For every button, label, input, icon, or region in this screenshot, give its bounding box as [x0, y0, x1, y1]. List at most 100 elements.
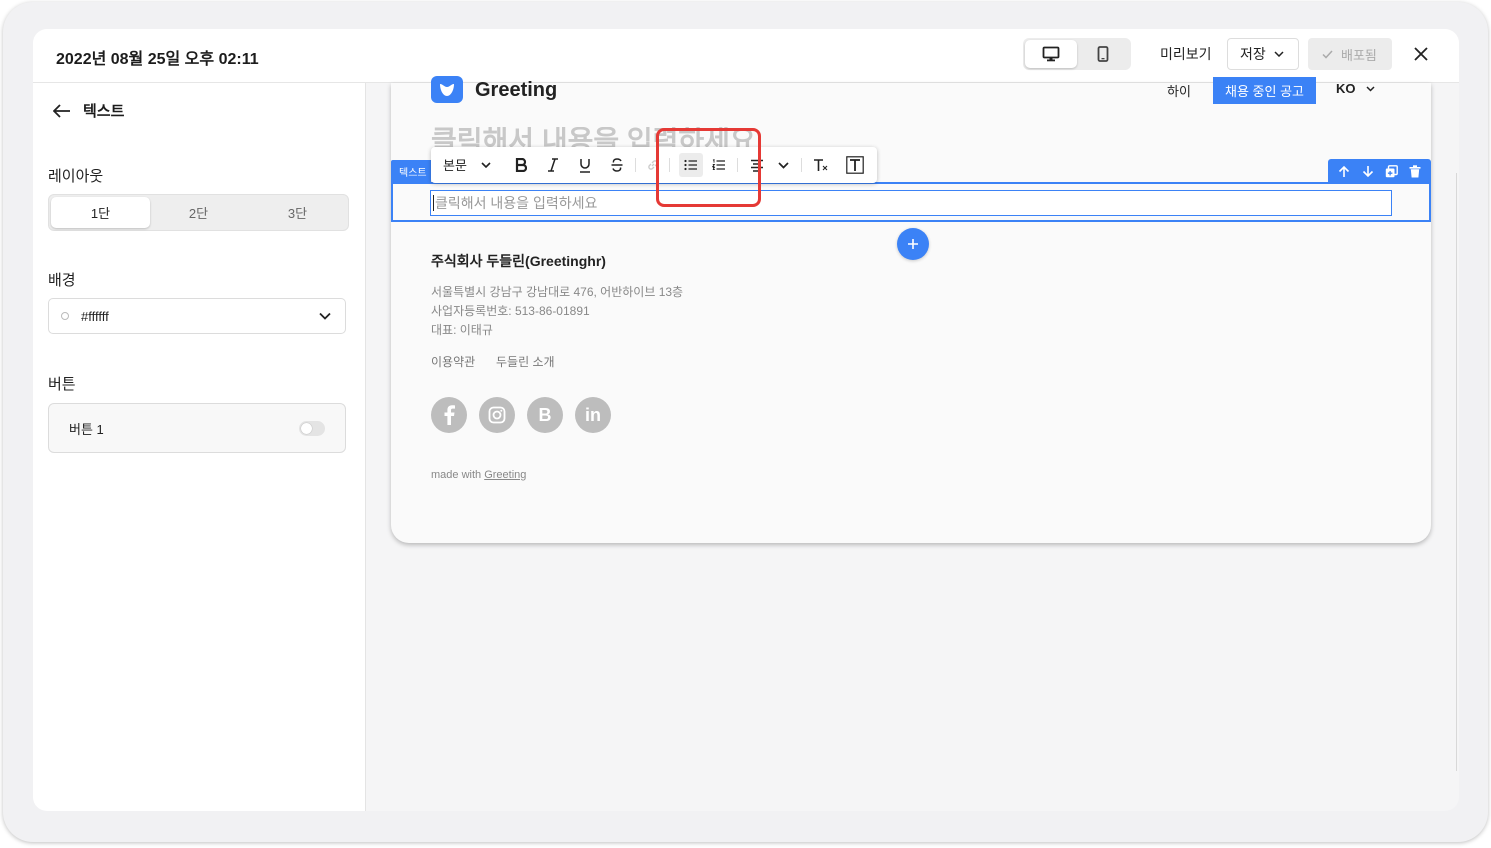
text-caret: [433, 195, 434, 211]
arrow-up-icon: [1338, 165, 1349, 177]
nav-jobs-button[interactable]: 채용 중인 공고: [1213, 77, 1316, 104]
trash-icon: [1409, 164, 1421, 177]
underline-icon: [580, 158, 590, 173]
toolbar-divider: [737, 158, 738, 172]
layout-option-2[interactable]: 2단: [149, 197, 248, 228]
add-block-button[interactable]: [897, 228, 929, 260]
arrow-left-icon: [53, 103, 70, 118]
editor-window: 2022년 08월 25일 오후 02:11 미리보기 저장 배포됨 텍스트 레…: [33, 29, 1459, 811]
deployed-label: 배포됨: [1341, 47, 1377, 63]
duplicate-button[interactable]: [1383, 163, 1399, 179]
block-actions: [1328, 159, 1431, 183]
duplicate-icon: [1385, 164, 1398, 177]
clear-format-button[interactable]: [809, 153, 833, 177]
block-type-tag: 텍스트: [391, 160, 431, 182]
button-item-card: 버튼 1: [48, 403, 346, 453]
formatting-toolbar: 본문: [431, 147, 877, 183]
move-down-button[interactable]: [1360, 163, 1376, 179]
button-item-toggle[interactable]: [299, 420, 325, 436]
instagram-icon[interactable]: [479, 397, 515, 433]
chevron-down-icon: [1365, 85, 1375, 92]
settings-sidebar: 텍스트 레이아웃 1단 2단 3단 배경 #ffffff 버튼 버튼 1: [33, 83, 366, 811]
desktop-view-button[interactable]: [1025, 40, 1077, 68]
chevron-down-icon: [777, 161, 789, 169]
layout-label: 레이아웃: [48, 168, 104, 185]
blog-icon[interactable]: B: [527, 397, 563, 433]
company-name: 주식회사 두들린(Greetinghr): [431, 253, 606, 269]
greeting-link[interactable]: Greeting: [484, 469, 526, 481]
business-number: 사업자등록번호: 513-86-01891: [431, 304, 590, 318]
back-button[interactable]: 텍스트: [53, 100, 124, 121]
numbered-list-button[interactable]: [707, 153, 731, 177]
desktop-icon: [1042, 46, 1060, 62]
align-button[interactable]: [745, 153, 769, 177]
made-with-prefix: made with: [431, 469, 482, 481]
preview-button[interactable]: 미리보기: [1148, 39, 1224, 69]
page-canvas: Greeting 하이 채용 중인 공고 KO 클릭해서 내용을 입력하세요 텍…: [391, 76, 1431, 543]
button-section-label: 버튼: [48, 376, 76, 393]
mobile-icon: [1097, 46, 1109, 62]
bold-button[interactable]: [509, 153, 533, 177]
text-size-icon: [846, 156, 864, 174]
background-color-value: #ffffff: [81, 308, 109, 324]
panel-title: 텍스트: [83, 103, 125, 120]
link-icon: [648, 160, 658, 170]
top-bar: 2022년 08월 25일 오후 02:11 미리보기 저장 배포됨: [33, 29, 1459, 83]
footer-link-about[interactable]: 두들린 소개: [496, 353, 555, 370]
link-button[interactable]: [641, 153, 665, 177]
toolbar-divider: [635, 158, 636, 172]
button-item-label: 버튼 1: [69, 421, 104, 437]
heading-block-placeholder[interactable]: 클릭해서 내용을 입력하세요: [431, 127, 831, 149]
close-button[interactable]: [1409, 42, 1433, 66]
text-style-label: 본문: [443, 158, 467, 173]
text-block: 클릭해서 내용을 입력하세요: [391, 182, 1431, 222]
color-swatch: [61, 312, 69, 320]
text-block-input[interactable]: 클릭해서 내용을 입력하세요: [430, 190, 1392, 216]
facebook-icon[interactable]: [431, 397, 467, 433]
canvas-scrollbar[interactable]: [1456, 173, 1457, 771]
arrow-down-icon: [1362, 165, 1373, 177]
site-logo-text[interactable]: Greeting: [475, 79, 557, 102]
deployed-button: 배포됨: [1308, 38, 1392, 70]
close-icon: [1414, 47, 1428, 61]
clear-format-icon: [814, 159, 828, 171]
text-block-placeholder: 클릭해서 내용을 입력하세요: [435, 195, 598, 211]
device-toggle: [1023, 38, 1131, 70]
text-style-select[interactable]: 본문: [443, 155, 491, 174]
greeting-logo-icon: [431, 76, 463, 103]
strikethrough-button[interactable]: [605, 153, 629, 177]
italic-button[interactable]: [541, 153, 565, 177]
language-label: KO: [1336, 81, 1356, 96]
toolbar-divider: [669, 158, 670, 172]
bold-icon: [515, 158, 527, 172]
delete-button[interactable]: [1407, 163, 1423, 179]
underline-button[interactable]: [573, 153, 597, 177]
save-button-label: 저장: [1240, 46, 1266, 62]
bullet-list-button[interactable]: [679, 153, 703, 177]
move-up-button[interactable]: [1336, 163, 1352, 179]
italic-icon: [548, 158, 558, 172]
made-with-credit: made with Greeting: [431, 469, 526, 481]
chevron-down-icon: [481, 161, 491, 168]
layout-segmented-control: 1단 2단 3단: [48, 194, 349, 231]
background-color-select[interactable]: #ffffff: [48, 298, 346, 334]
company-address: 서울특별시 강남구 강남대로 476, 어반하이브 13층: [431, 285, 684, 299]
chevron-down-icon: [319, 312, 331, 320]
save-button[interactable]: 저장: [1227, 38, 1299, 70]
numbered-list-icon: [712, 159, 725, 170]
check-icon: [1322, 49, 1333, 59]
layout-option-3[interactable]: 3단: [248, 197, 347, 228]
mobile-view-button[interactable]: [1077, 40, 1129, 68]
footer-link-terms[interactable]: 이용약관: [431, 353, 475, 370]
background-label: 배경: [48, 272, 76, 289]
nav-link-home[interactable]: 하이: [1167, 81, 1191, 100]
align-icon: [751, 159, 763, 172]
layout-option-1[interactable]: 1단: [51, 197, 150, 228]
language-select[interactable]: KO: [1336, 81, 1375, 96]
text-size-button[interactable]: [843, 153, 867, 177]
toolbar-divider: [801, 158, 802, 172]
strikethrough-icon: [611, 158, 623, 172]
linkedin-icon[interactable]: in: [575, 397, 611, 433]
align-dropdown-button[interactable]: [771, 153, 795, 177]
chevron-down-icon: [1274, 51, 1284, 57]
